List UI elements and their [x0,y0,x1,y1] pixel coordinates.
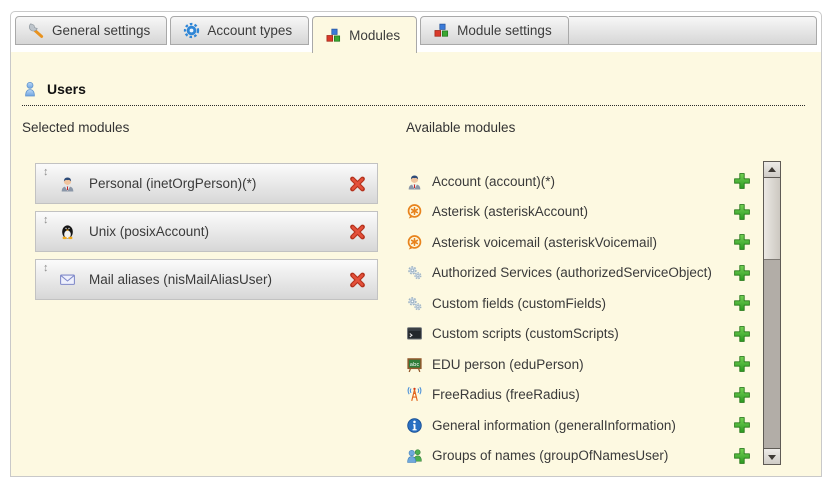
settings-panel: General settings Account types Modules M… [10,11,822,477]
available-module-row: Groups of names (groupOfNamesUser) [406,441,751,472]
module-label: Account (account)(*) [432,174,555,189]
selected-modules-list: ↕ Personal (inetOrgPerson)(*) ↕ Unix (po… [35,163,389,300]
module-label: FreeRadius (freeRadius) [432,387,580,402]
selected-module-row[interactable]: ↕ Unix (posixAccount) [35,211,378,252]
terminal-icon [406,325,423,342]
module-label: Custom scripts (customScripts) [432,326,619,341]
available-module-row: Asterisk (asteriskAccount) [406,197,751,228]
available-module-row: Account (account)(*) [406,166,751,197]
tabs-group: General settings Account types Modules M… [15,16,572,53]
person-icon [59,175,76,192]
available-module-row: Authorized Services (authorizedServiceOb… [406,258,751,289]
scroll-up-button[interactable] [764,162,780,178]
drag-handle-icon[interactable]: ↕ [43,214,49,227]
gears-icon [406,295,423,312]
wrench-icon [28,22,45,39]
antenna-icon [406,386,423,403]
tab-bar: General settings Account types Modules M… [15,16,817,53]
cubes-icon [433,22,450,39]
module-label: Unix (posixAccount) [89,224,209,239]
module-label: EDU person (eduPerson) [432,357,584,372]
account-type-heading: Users [22,81,805,106]
module-label: Mail aliases (nisMailAliasUser) [89,272,272,287]
add-module-button[interactable] [733,386,751,404]
add-module-button[interactable] [733,172,751,190]
available-module-row: EDU person (eduPerson) [406,349,751,380]
add-module-button[interactable] [733,447,751,465]
scroll-down-button[interactable] [764,448,780,464]
drag-handle-icon[interactable]: ↕ [43,262,49,275]
tab-label: Module settings [457,23,552,38]
module-label: Custom fields (customFields) [432,296,606,311]
add-module-button[interactable] [733,264,751,282]
add-module-button[interactable] [733,325,751,343]
asterisk-icon [406,203,423,220]
available-module-row: Custom scripts (customScripts) [406,319,751,350]
tab-label: Modules [349,28,400,43]
module-label: Asterisk voicemail (asteriskVoicemail) [432,235,657,250]
module-label: General information (generalInformation) [432,418,676,433]
add-plus-icon [733,325,751,343]
tab-module-settings[interactable]: Module settings [420,16,569,45]
module-label: Groups of names (groupOfNamesUser) [432,448,668,463]
available-modules-label: Available modules [406,120,751,135]
module-label: Personal (inetOrgPerson)(*) [89,176,256,191]
add-module-button[interactable] [733,416,751,434]
available-module-row: Custom fields (customFields) [406,288,751,319]
add-plus-icon [733,172,751,190]
add-module-button[interactable] [733,355,751,373]
add-plus-icon [733,355,751,373]
scrollbar-thumb[interactable] [764,178,780,260]
add-plus-icon [733,233,751,251]
add-plus-icon [733,416,751,434]
tab-bar-filler [569,16,817,45]
selected-module-row[interactable]: ↕ Mail aliases (nisMailAliasUser) [35,259,378,300]
available-modules-section: Available modules Account (account)(*) A… [406,120,751,471]
asterisk-icon [406,234,423,251]
available-modules-scrollbar[interactable] [763,161,781,465]
mail-icon [59,271,76,288]
available-module-row: General information (generalInformation) [406,410,751,441]
module-label: Asterisk (asteriskAccount) [432,204,588,219]
tab-modules[interactable]: Modules [312,16,417,53]
available-module-row: FreeRadius (freeRadius) [406,380,751,411]
add-module-button[interactable] [733,203,751,221]
add-plus-icon [733,447,751,465]
users-icon [22,81,38,97]
person-icon [406,173,423,190]
tab-label: Account types [207,23,292,38]
cubes-icon [325,27,342,44]
gear-blue-icon [183,22,200,39]
selected-modules-label: Selected modules [22,120,389,135]
remove-module-button[interactable] [348,270,367,289]
add-module-button[interactable] [733,294,751,312]
selected-modules-section: Selected modules ↕ Personal (inetOrgPers… [22,120,389,307]
add-plus-icon [733,264,751,282]
add-plus-icon [733,203,751,221]
available-modules-list: Account (account)(*) Asterisk (asteriskA… [406,166,751,471]
tab-account-types[interactable]: Account types [170,16,309,45]
heading-label: Users [47,81,86,97]
info-icon [406,417,423,434]
available-module-row: Asterisk voicemail (asteriskVoicemail) [406,227,751,258]
delete-cross-icon [348,174,367,193]
add-plus-icon [733,294,751,312]
remove-module-button[interactable] [348,174,367,193]
add-module-button[interactable] [733,233,751,251]
add-plus-icon [733,386,751,404]
group-icon [406,447,423,464]
selected-module-row[interactable]: ↕ Personal (inetOrgPerson)(*) [35,163,378,204]
module-label: Authorized Services (authorizedServiceOb… [432,265,712,280]
modules-tab-content: Users Selected modules ↕ Personal (inetO… [11,52,821,476]
delete-cross-icon [348,222,367,241]
delete-cross-icon [348,270,367,289]
drag-handle-icon[interactable]: ↕ [43,166,49,179]
tab-general-settings[interactable]: General settings [15,16,167,45]
chalkboard-icon [406,356,423,373]
gears-icon [406,264,423,281]
tab-label: General settings [52,23,150,38]
remove-module-button[interactable] [348,222,367,241]
tux-icon [59,223,76,240]
